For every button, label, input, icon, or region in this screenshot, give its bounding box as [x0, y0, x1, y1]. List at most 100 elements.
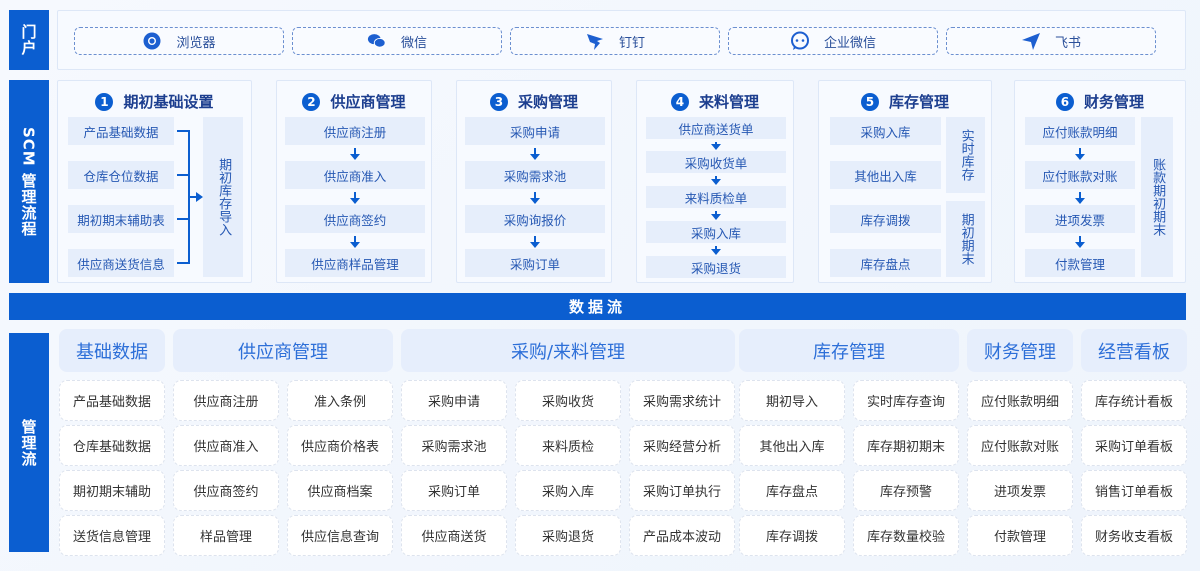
step-item[interactable]: 期初期末辅助表: [68, 205, 174, 233]
step-item[interactable]: 应付账款对账: [1025, 161, 1135, 189]
step-item[interactable]: 采购需求池: [465, 161, 605, 189]
step-number-icon: 4: [670, 92, 689, 111]
step-item[interactable]: 供应商送货单: [646, 117, 786, 139]
step-number-icon: 2: [302, 92, 321, 111]
arrow-down-icon: [530, 236, 540, 248]
step-title: 4 来料管理: [637, 91, 793, 112]
step-item[interactable]: 供应商送货信息: [68, 249, 174, 277]
mgmt-cell[interactable]: 财务收支看板: [1081, 515, 1187, 556]
step-item[interactable]: 其他出入库: [830, 161, 941, 189]
mgmt-cell[interactable]: 供应商送货: [401, 515, 507, 556]
portal-wecom[interactable]: 企业微信: [728, 27, 938, 55]
scm-step-4: 4 来料管理供应商送货单 采购收货单来料质检单采购入库采购退货: [636, 80, 794, 283]
dingtalk-icon: [585, 31, 605, 51]
step-item[interactable]: 库存盘点: [830, 249, 941, 277]
mgmt-cell[interactable]: 库存盘点: [739, 470, 845, 511]
mgmt-cell[interactable]: 库存数量校验: [853, 515, 959, 556]
arrow-down-icon: [350, 236, 360, 248]
arrow-down-icon: [711, 142, 721, 150]
mgmt-cell[interactable]: 付款管理: [967, 515, 1073, 556]
mgmt-cell[interactable]: 采购收货: [515, 380, 621, 421]
mgmt-cell[interactable]: 供应商注册: [173, 380, 279, 421]
mgmt-cell[interactable]: 采购申请: [401, 380, 507, 421]
step-item[interactable]: 供应商签约: [285, 205, 425, 233]
step-title-text: 来料管理: [698, 93, 759, 111]
mgmt-cell[interactable]: 采购入库: [515, 470, 621, 511]
step-item[interactable]: 采购订单: [465, 249, 605, 277]
mgmt-cell[interactable]: 采购需求池: [401, 425, 507, 466]
mgmt-cell[interactable]: 产品成本波动: [629, 515, 735, 556]
mgmt-cell[interactable]: 准入条例: [287, 380, 393, 421]
mgmt-cell[interactable]: 库存调拨: [739, 515, 845, 556]
mgmt-cell[interactable]: 来料质检: [515, 425, 621, 466]
mgmt-cell[interactable]: 采购订单看板: [1081, 425, 1187, 466]
mgmt-cell[interactable]: 产品基础数据: [59, 380, 165, 421]
mgmt-cell[interactable]: 供应商签约: [173, 470, 279, 511]
scm-step-5: 5 库存管理采购入库其他出入库库存调拨库存盘点 实时库存期初期末: [818, 80, 992, 283]
step-item[interactable]: 供应商准入: [285, 161, 425, 189]
mgmt-cell[interactable]: 采购经营分析: [629, 425, 735, 466]
arrow-down-icon: [1075, 236, 1085, 248]
step-item[interactable]: 来料质检单: [646, 186, 786, 208]
mgmt-cell[interactable]: 仓库基础数据: [59, 425, 165, 466]
mgmt-cell[interactable]: 期初导入: [739, 380, 845, 421]
step-item[interactable]: 付款管理: [1025, 249, 1135, 277]
side-box: 实时库存: [946, 117, 985, 193]
step-item[interactable]: 供应商样品管理: [285, 249, 425, 277]
step-item[interactable]: 仓库仓位数据: [68, 161, 174, 189]
mgmt-cell[interactable]: 采购订单执行: [629, 470, 735, 511]
step-item[interactable]: 采购入库: [830, 117, 941, 145]
mgmt-cell[interactable]: 库存预警: [853, 470, 959, 511]
mgmt-cell[interactable]: 供应商价格表: [287, 425, 393, 466]
mgmt-cell[interactable]: 其他出入库: [739, 425, 845, 466]
mgmt-cell[interactable]: 采购订单: [401, 470, 507, 511]
step-title-text: 财务管理: [1083, 93, 1144, 111]
mgmt-cell[interactable]: 应付账款明细: [967, 380, 1073, 421]
dataflow-bar: 数据流: [9, 293, 1186, 320]
step-item[interactable]: 供应商注册: [285, 117, 425, 145]
mgmt-header: 财务管理: [967, 329, 1073, 372]
step-item[interactable]: 产品基础数据: [68, 117, 174, 145]
arrow-down-icon: [350, 192, 360, 204]
step-item[interactable]: 应付账款明细: [1025, 117, 1135, 145]
step-item[interactable]: 库存调拨: [830, 205, 941, 233]
step-item[interactable]: 采购询报价: [465, 205, 605, 233]
mgmt-cell[interactable]: 期初期末辅助: [59, 470, 165, 511]
portal-chrome[interactable]: 浏览器: [74, 27, 284, 55]
step-item[interactable]: 进项发票: [1025, 205, 1135, 233]
mgmt-cell[interactable]: 进项发票: [967, 470, 1073, 511]
portal-dingtalk[interactable]: 钉钉: [510, 27, 720, 55]
arrow-down-icon: [530, 192, 540, 204]
mgmt-cell[interactable]: 送货信息管理: [59, 515, 165, 556]
mgmt-cell[interactable]: 库存期初期末: [853, 425, 959, 466]
mgmt-cell[interactable]: 采购退货: [515, 515, 621, 556]
mgmt-cell[interactable]: 供应信息查询: [287, 515, 393, 556]
step-item[interactable]: 采购申请: [465, 117, 605, 145]
step-item[interactable]: 采购收货单: [646, 151, 786, 173]
portal-wechat[interactable]: 微信: [292, 27, 502, 55]
arrow-down-icon: [350, 148, 360, 160]
mgmt-cell[interactable]: 采购需求统计: [629, 380, 735, 421]
mgmt-header: 采购/来料管理: [401, 329, 735, 372]
step-item[interactable]: 采购退货: [646, 256, 786, 278]
side-box: 期初期末: [946, 201, 985, 277]
portal-feishu[interactable]: 飞书: [946, 27, 1156, 55]
step-title-text: 采购管理: [517, 93, 578, 111]
mgmt-cell[interactable]: 样品管理: [173, 515, 279, 556]
mgmt-cell[interactable]: 库存统计看板: [1081, 380, 1187, 421]
mgmt-cell[interactable]: 实时库存查询: [853, 380, 959, 421]
mgmt-cell[interactable]: 供应商准入: [173, 425, 279, 466]
step-title-text: 供应商管理: [330, 93, 406, 111]
step-number-icon: 5: [860, 92, 879, 111]
wechat-icon: [367, 31, 387, 51]
scm-step-6: 6 财务管理 应付账款明细 应付账款对账 进项发票 付款管理 账款期初期末: [1014, 80, 1186, 283]
mgmt-cell[interactable]: 应付账款对账: [967, 425, 1073, 466]
mgmt-cell[interactable]: 供应商档案: [287, 470, 393, 511]
mgmt-header: 基础数据: [59, 329, 165, 372]
mgmt-cell[interactable]: 销售订单看板: [1081, 470, 1187, 511]
step-item[interactable]: 采购入库: [646, 221, 786, 243]
arrow-down-icon: [1075, 192, 1085, 204]
step-title: 1 期初基础设置: [58, 91, 251, 112]
step-title: 5 库存管理: [819, 91, 991, 112]
side-box: 账款期初期末: [1141, 117, 1173, 277]
